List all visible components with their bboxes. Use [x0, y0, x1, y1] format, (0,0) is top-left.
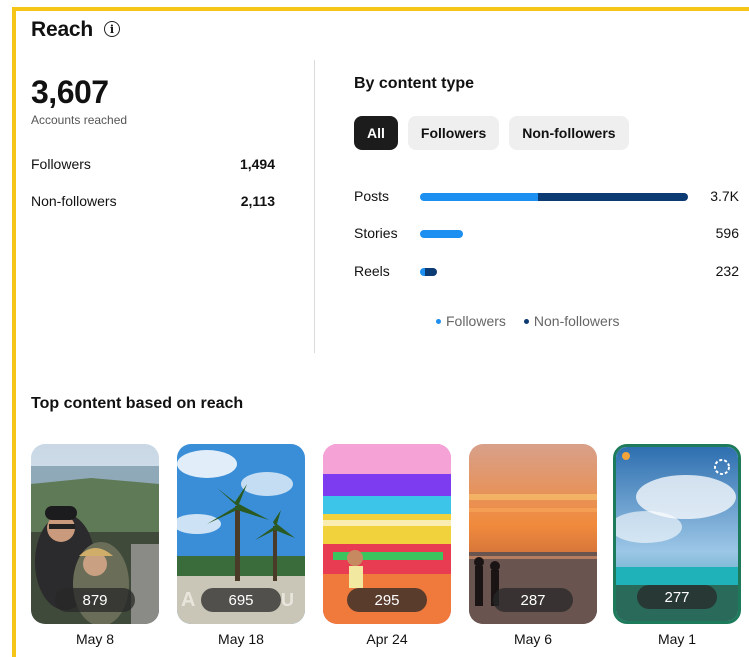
bar-stories-followers [420, 230, 464, 238]
tab-all[interactable]: All [354, 116, 398, 150]
content-date: May 6 [513, 631, 553, 647]
svg-text:U: U [281, 590, 294, 610]
bar-track-reels [420, 268, 688, 276]
bar-value-posts: 3.7K [710, 188, 739, 204]
non-followers-stat-label: Non-followers [31, 193, 117, 209]
bar-row-reels: Reels 232 [354, 262, 739, 282]
content-date: May 8 [75, 631, 115, 647]
content-filter-tabs: All Followers Non-followers [354, 116, 629, 150]
bar-label-posts: Posts [354, 188, 390, 204]
bar-posts-non-followers [537, 193, 688, 201]
followers-stat-label: Followers [31, 156, 91, 172]
chart-legend: Followers Non-followers [436, 313, 620, 329]
legend-non-followers-label: Non-followers [533, 313, 620, 329]
legend-followers: Followers [436, 313, 506, 329]
info-icon[interactable]: i [104, 21, 120, 37]
bar-value-reels: 232 [715, 263, 739, 279]
content-date: May 1 [657, 631, 697, 647]
content-reach-count: 277 [637, 585, 717, 609]
content-card[interactable]: 287 [469, 444, 597, 624]
top-content-heading: Top content based on reach [31, 395, 244, 412]
content-card[interactable]: 879 [31, 444, 159, 624]
bar-label-reels: Reels [354, 263, 390, 279]
legend-non-followers: Non-followers [523, 313, 620, 329]
content-card[interactable]: 295 [323, 444, 451, 624]
legend-followers-label: Followers [446, 313, 506, 329]
page-title: Reach [31, 18, 94, 41]
legend-non-followers-dot [523, 318, 529, 324]
bar-row-posts: Posts 3.7K [354, 187, 739, 207]
bar-track-stories [420, 230, 688, 238]
accounts-reached-value: 3,607 [31, 74, 109, 110]
content-reach-count: 287 [493, 588, 573, 612]
bar-row-stories: Stories 596 [354, 224, 739, 244]
bar-posts-followers [420, 193, 538, 201]
accounts-reached-label: Accounts reached [31, 113, 128, 127]
tab-non-followers[interactable]: Non-followers [509, 116, 629, 150]
by-content-type-heading: By content type [354, 75, 475, 92]
non-followers-stat-row: Non-followers 2,113 [31, 193, 275, 209]
bar-reels-non-followers [425, 268, 437, 276]
column-divider [314, 60, 315, 353]
content-reach-count: 295 [347, 588, 427, 612]
bar-value-stories: 596 [715, 225, 739, 241]
content-date: May 18 [218, 631, 264, 647]
bar-track-posts [420, 193, 688, 201]
content-reach-count: 695 [201, 588, 281, 612]
non-followers-stat-value: 2,113 [240, 193, 275, 209]
content-card[interactable]: A U 695 [177, 444, 305, 624]
content-card[interactable]: 277 [613, 444, 741, 624]
followers-stat-value: 1,494 [239, 156, 275, 172]
legend-followers-dot [436, 318, 441, 324]
followers-stat-row: Followers 1,494 [31, 156, 275, 172]
content-date: Apr 24 [366, 631, 408, 647]
bar-label-stories: Stories [354, 225, 398, 241]
svg-text:A: A [181, 589, 195, 611]
tab-followers[interactable]: Followers [407, 116, 500, 150]
content-reach-count: 879 [55, 588, 135, 612]
